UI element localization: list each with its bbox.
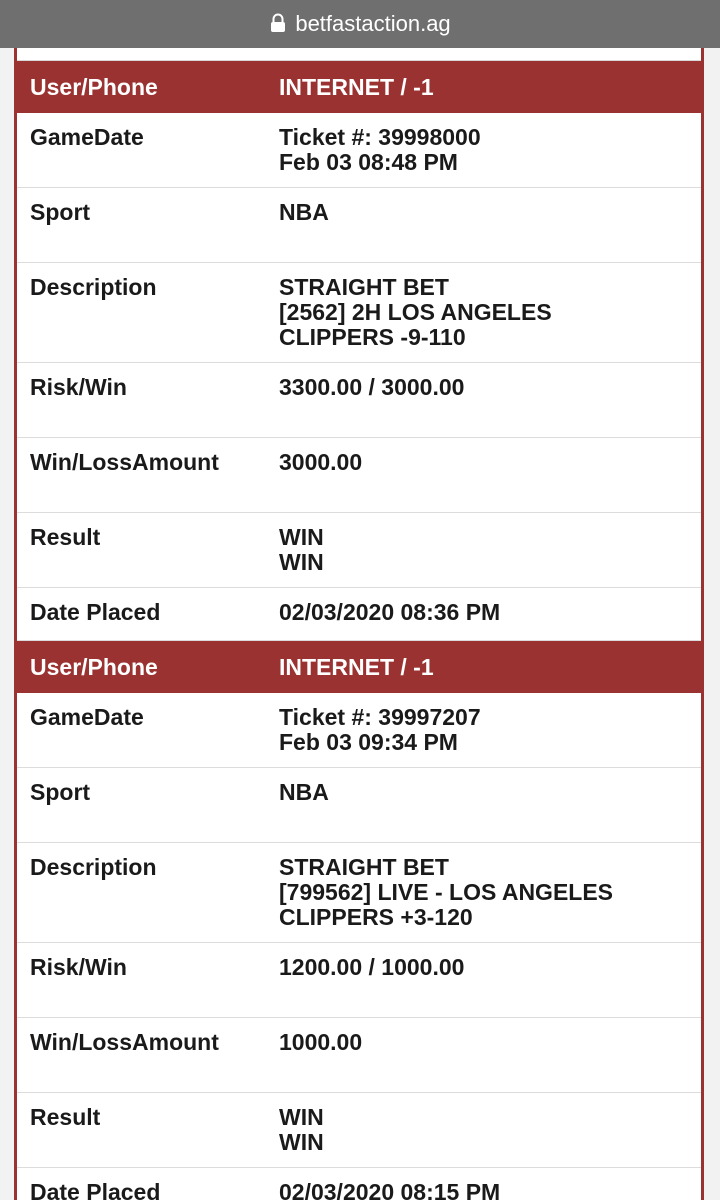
sport-value: NBA xyxy=(279,779,329,805)
row-label: Date Placed xyxy=(30,599,161,625)
row-value: WIN WIN xyxy=(279,1093,701,1167)
row-value: INTERNET / -1 xyxy=(279,73,434,100)
panel-top-strip xyxy=(17,48,701,61)
row-value: 1200.00 / 1000.00 xyxy=(279,943,701,1017)
gamedate-row: GameDate Ticket #: 39998000 Feb 03 08:48… xyxy=(17,113,701,188)
result-line: WIN xyxy=(279,549,324,575)
risk-win-row: Risk/Win 1200.00 / 1000.00 xyxy=(17,943,701,1018)
description-row: Description STRAIGHT BET [2562] 2H LOS A… xyxy=(17,263,701,363)
result-line: WIN xyxy=(279,1129,324,1155)
result-row: Result WIN WIN xyxy=(17,513,701,588)
row-label: User/Phone xyxy=(30,73,158,100)
row-label: Date Placed xyxy=(30,1179,161,1200)
win-loss-value: 1000.00 xyxy=(279,1029,363,1055)
sport-value: NBA xyxy=(279,199,329,225)
ticket-number: Ticket #: 39997207 xyxy=(279,704,481,730)
description-line: [2562] 2H LOS ANGELES xyxy=(279,299,552,325)
row-value: 02/03/2020 08:36 PM xyxy=(279,599,501,625)
description-line: [799562] LIVE - LOS ANGELES xyxy=(279,879,614,905)
row-value: 1000.00 xyxy=(279,1018,701,1092)
row-label: Risk/Win xyxy=(30,374,127,400)
row-value: NBA xyxy=(279,188,701,262)
row-label: Win/LossAmount xyxy=(30,449,219,475)
description-line: CLIPPERS +3-120 xyxy=(279,904,473,930)
row-value: STRAIGHT BET [2562] 2H LOS ANGELES CLIPP… xyxy=(279,263,701,362)
risk-win-row: Risk/Win 3300.00 / 3000.00 xyxy=(17,363,701,438)
row-value: 02/03/2020 08:15 PM xyxy=(279,1179,501,1200)
risk-win-value: 1200.00 / 1000.00 xyxy=(279,954,465,980)
row-value: 3300.00 / 3000.00 xyxy=(279,363,701,437)
bet-history-panel: User/Phone INTERNET / -1 GameDate Ticket… xyxy=(14,48,704,1200)
description-line: STRAIGHT BET xyxy=(279,854,449,880)
row-label: Risk/Win xyxy=(30,954,127,980)
description-line: CLIPPERS -9-110 xyxy=(279,324,466,350)
page-content[interactable]: User/Phone INTERNET / -1 GameDate Ticket… xyxy=(0,48,720,1200)
gamedate-row: GameDate Ticket #: 39997207 Feb 03 09:34… xyxy=(17,693,701,768)
ticket-card: User/Phone INTERNET / -1 GameDate Ticket… xyxy=(17,61,701,641)
row-value: NBA xyxy=(279,768,701,842)
browser-url-bar[interactable]: betfastaction.ag xyxy=(0,0,720,48)
row-value: INTERNET / -1 xyxy=(279,653,434,680)
url-text: betfastaction.ag xyxy=(295,11,451,36)
row-value: STRAIGHT BET [799562] LIVE - LOS ANGELES… xyxy=(279,843,701,942)
sport-row: Sport NBA xyxy=(17,768,701,843)
row-value: Ticket #: 39997207 Feb 03 09:34 PM xyxy=(279,693,701,767)
win-loss-row: Win/LossAmount 1000.00 xyxy=(17,1018,701,1093)
row-label: Sport xyxy=(30,199,91,225)
description-row: Description STRAIGHT BET [799562] LIVE -… xyxy=(17,843,701,943)
row-label: Win/LossAmount xyxy=(30,1029,219,1055)
row-label: GameDate xyxy=(30,704,144,730)
row-value: 3000.00 xyxy=(279,438,701,512)
sport-row: Sport NBA xyxy=(17,188,701,263)
row-value: WIN WIN xyxy=(279,513,701,587)
win-loss-row: Win/LossAmount 3000.00 xyxy=(17,438,701,513)
row-label: User/Phone xyxy=(30,653,158,680)
date-placed-row: Date Placed 02/03/2020 08:36 PM xyxy=(17,588,701,641)
result-line: WIN xyxy=(279,1104,324,1130)
result-row: Result WIN WIN xyxy=(17,1093,701,1168)
win-loss-value: 3000.00 xyxy=(279,449,363,475)
row-label: GameDate xyxy=(30,124,144,150)
game-datetime: Feb 03 09:34 PM xyxy=(279,729,458,755)
row-label: Result xyxy=(30,524,101,550)
user-phone-row: User/Phone INTERNET / -1 xyxy=(17,61,701,113)
row-label: Description xyxy=(30,274,157,300)
row-label: Sport xyxy=(30,779,91,805)
result-line: WIN xyxy=(279,524,324,550)
row-value: Ticket #: 39998000 Feb 03 08:48 PM xyxy=(279,113,701,187)
lock-icon xyxy=(269,13,287,33)
ticket-card: User/Phone INTERNET / -1 GameDate Ticket… xyxy=(17,641,701,1200)
game-datetime: Feb 03 08:48 PM xyxy=(279,149,458,175)
ticket-number: Ticket #: 39998000 xyxy=(279,124,481,150)
row-label: Description xyxy=(30,854,157,880)
user-phone-row: User/Phone INTERNET / -1 xyxy=(17,641,701,693)
risk-win-value: 3300.00 / 3000.00 xyxy=(279,374,465,400)
description-line: STRAIGHT BET xyxy=(279,274,449,300)
date-placed-row: Date Placed 02/03/2020 08:15 PM xyxy=(17,1168,701,1200)
row-label: Result xyxy=(30,1104,101,1130)
